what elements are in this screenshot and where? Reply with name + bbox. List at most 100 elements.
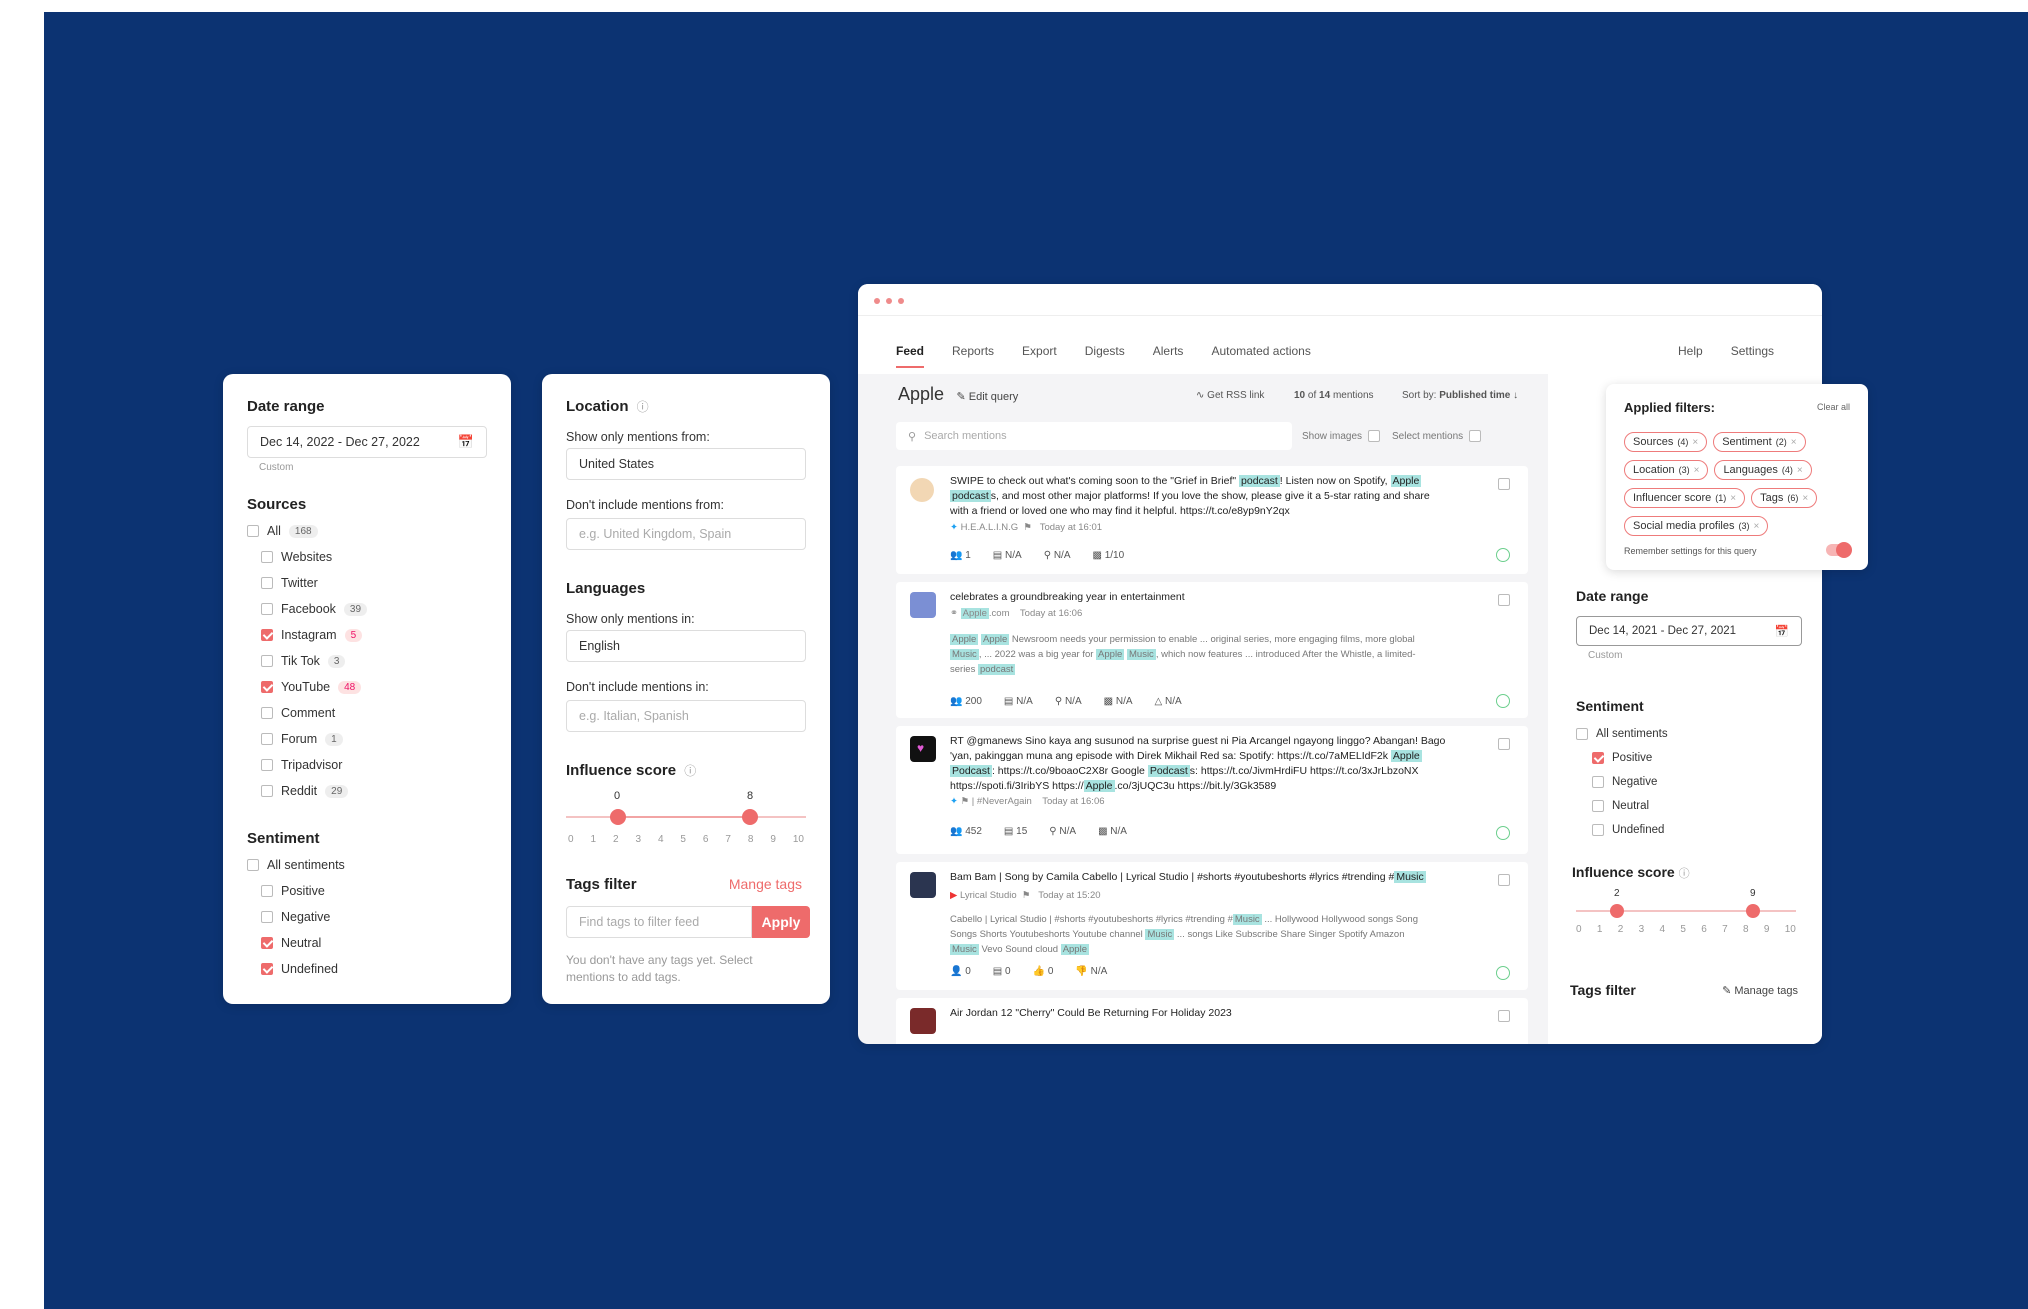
select-checkbox[interactable] — [1498, 1010, 1510, 1022]
rss-link[interactable]: ∿ Get RSS link — [1196, 390, 1264, 401]
filter-chip[interactable]: Social media profiles (3) × — [1624, 516, 1769, 536]
checkbox[interactable] — [261, 911, 273, 923]
mention-card[interactable]: Bam Bam | Song by Camila Cabello | Lyric… — [896, 862, 1528, 990]
nav-tab-reports[interactable]: Reports — [952, 344, 994, 358]
apply-button[interactable]: Apply — [752, 906, 810, 938]
nav-help[interactable]: Help — [1678, 344, 1703, 358]
close-icon[interactable]: × — [1797, 465, 1803, 476]
mention-card[interactable]: SWIPE to check out what's coming soon to… — [896, 466, 1528, 574]
languages-exclude-input[interactable]: e.g. Italian, Spanish — [566, 700, 806, 732]
mention-card[interactable]: Air Jordan 12 "Cherry" Could Be Returnin… — [896, 998, 1528, 1044]
close-icon[interactable]: × — [1802, 493, 1808, 504]
right-date-input[interactable]: Dec 14, 2021 - Dec 27, 2021 📅 — [1576, 616, 1802, 646]
checkbox[interactable] — [247, 859, 259, 871]
filter-chip[interactable]: Location (3) × — [1624, 460, 1709, 480]
checkbox[interactable] — [261, 551, 273, 563]
filter-chip[interactable]: Languages (4) × — [1714, 460, 1812, 480]
checkbox[interactable] — [1592, 752, 1604, 764]
nav-tab-export[interactable]: Export — [1022, 344, 1057, 358]
close-icon[interactable]: × — [1791, 437, 1797, 448]
select-checkbox[interactable] — [1498, 594, 1510, 606]
checkbox[interactable] — [261, 577, 273, 589]
mention-card[interactable]: ♥ RT @gmanews Sino kaya ang susunod na s… — [896, 726, 1528, 854]
source-item[interactable]: Facebook 39 — [261, 602, 368, 616]
checkbox[interactable] — [261, 733, 273, 745]
sentiment-item[interactable]: Negative — [261, 910, 330, 924]
checkbox[interactable] — [1592, 824, 1604, 836]
filter-chip[interactable]: Sources (4) × — [1624, 432, 1708, 452]
show-images-toggle[interactable]: Show images — [1302, 430, 1381, 442]
checkbox[interactable] — [261, 629, 273, 641]
filter-chip[interactable]: Sentiment (2) × — [1713, 432, 1806, 452]
checkbox[interactable] — [261, 681, 273, 693]
source-item[interactable]: Tripadvisor — [261, 758, 342, 772]
checkbox[interactable] — [1592, 776, 1604, 788]
source-item[interactable]: All 168 — [247, 524, 318, 538]
select-checkbox[interactable] — [1498, 738, 1510, 750]
nav-tab-digests[interactable]: Digests — [1085, 344, 1125, 358]
checkbox[interactable] — [261, 937, 273, 949]
nav-settings[interactable]: Settings — [1731, 344, 1774, 358]
slider-high-handle[interactable] — [1746, 904, 1760, 918]
slider-low-handle[interactable] — [1610, 904, 1624, 918]
sentiment-item[interactable]: All sentiments — [247, 858, 345, 872]
close-icon[interactable]: × — [1692, 437, 1698, 448]
source-item[interactable]: Comment — [261, 706, 335, 720]
right-influence-slider[interactable]: 2 9 0 1 2 3 4 5 6 7 8 9 10 — [1576, 888, 1796, 938]
sentiment-item[interactable]: Undefined — [261, 962, 338, 976]
source-item[interactable]: Instagram 5 — [261, 628, 363, 642]
location-only-input[interactable]: United States — [566, 448, 806, 480]
sentiment-item[interactable]: Positive — [261, 884, 325, 898]
right-manage-tags-link[interactable]: ✎ Manage tags — [1722, 984, 1798, 997]
source-item[interactable]: Twitter — [261, 576, 318, 590]
source-item[interactable]: Forum 1 — [261, 732, 343, 746]
close-icon[interactable]: × — [1730, 493, 1736, 504]
clear-all-link[interactable]: Clear all — [1817, 402, 1850, 412]
search-mentions-input[interactable]: ⚲ Search mentions — [896, 422, 1292, 450]
filter-chip[interactable]: Tags (6) × — [1751, 488, 1818, 508]
checkbox[interactable] — [261, 655, 273, 667]
filter-chip[interactable]: Influencer score (1) × — [1624, 488, 1746, 508]
select-mentions-toggle[interactable]: Select mentions — [1392, 430, 1482, 442]
slider-high-handle[interactable] — [742, 809, 758, 825]
remember-toggle[interactable] — [1826, 542, 1852, 558]
calendar-icon[interactable]: 📅 — [458, 434, 474, 450]
slider-low-handle[interactable] — [610, 809, 626, 825]
checkbox[interactable] — [261, 707, 273, 719]
checkbox[interactable] — [261, 885, 273, 897]
nav-tab-feed[interactable]: Feed — [896, 344, 924, 358]
checkbox[interactable] — [1576, 728, 1588, 740]
calendar-icon[interactable]: 📅 — [1775, 624, 1789, 638]
influence-slider[interactable]: 0 8 0 1 2 3 4 5 6 7 8 9 10 — [566, 788, 806, 848]
source-item[interactable]: Tik Tok 3 — [261, 654, 346, 668]
source-item[interactable]: Websites — [261, 550, 332, 564]
source-item[interactable]: Reddit 29 — [261, 784, 349, 798]
sentiment-item[interactable]: Negative — [1592, 776, 1657, 788]
checkbox[interactable] — [261, 759, 273, 771]
sentiment-item[interactable]: Neutral — [1592, 800, 1649, 812]
checkbox[interactable] — [247, 525, 259, 537]
nav-tab-automated-actions[interactable]: Automated actions — [1211, 344, 1310, 358]
checkbox[interactable] — [261, 963, 273, 975]
select-checkbox[interactable] — [1498, 478, 1510, 490]
edit-query-link[interactable]: ✎ Edit query — [957, 391, 1019, 403]
close-icon[interactable]: × — [1754, 521, 1760, 532]
close-icon[interactable]: × — [1694, 465, 1700, 476]
sort-control[interactable]: Sort by: Published time ↓ — [1402, 390, 1518, 401]
sentiment-item[interactable]: Positive — [1592, 752, 1652, 764]
select-checkbox[interactable] — [1498, 874, 1510, 886]
sentiment-item[interactable]: Undefined — [1592, 824, 1664, 836]
checkbox[interactable] — [1592, 800, 1604, 812]
location-exclude-input[interactable]: e.g. United Kingdom, Spain — [566, 518, 806, 550]
mention-card[interactable]: celebrates a groundbreaking year in ente… — [896, 582, 1528, 718]
sentiment-item[interactable]: Neutral — [261, 936, 321, 950]
tags-search-input[interactable]: Find tags to filter feed — [566, 906, 752, 938]
languages-only-input[interactable]: English — [566, 630, 806, 662]
manage-tags-link[interactable]: Mange tags — [729, 876, 802, 892]
source-item[interactable]: YouTube 48 — [261, 680, 362, 694]
date-range-input[interactable]: Dec 14, 2022 - Dec 27, 2022 📅 — [247, 426, 487, 458]
nav-tab-alerts[interactable]: Alerts — [1153, 344, 1184, 358]
checkbox[interactable] — [261, 785, 273, 797]
sentiment-item[interactable]: All sentiments — [1576, 728, 1668, 740]
checkbox[interactable] — [261, 603, 273, 615]
